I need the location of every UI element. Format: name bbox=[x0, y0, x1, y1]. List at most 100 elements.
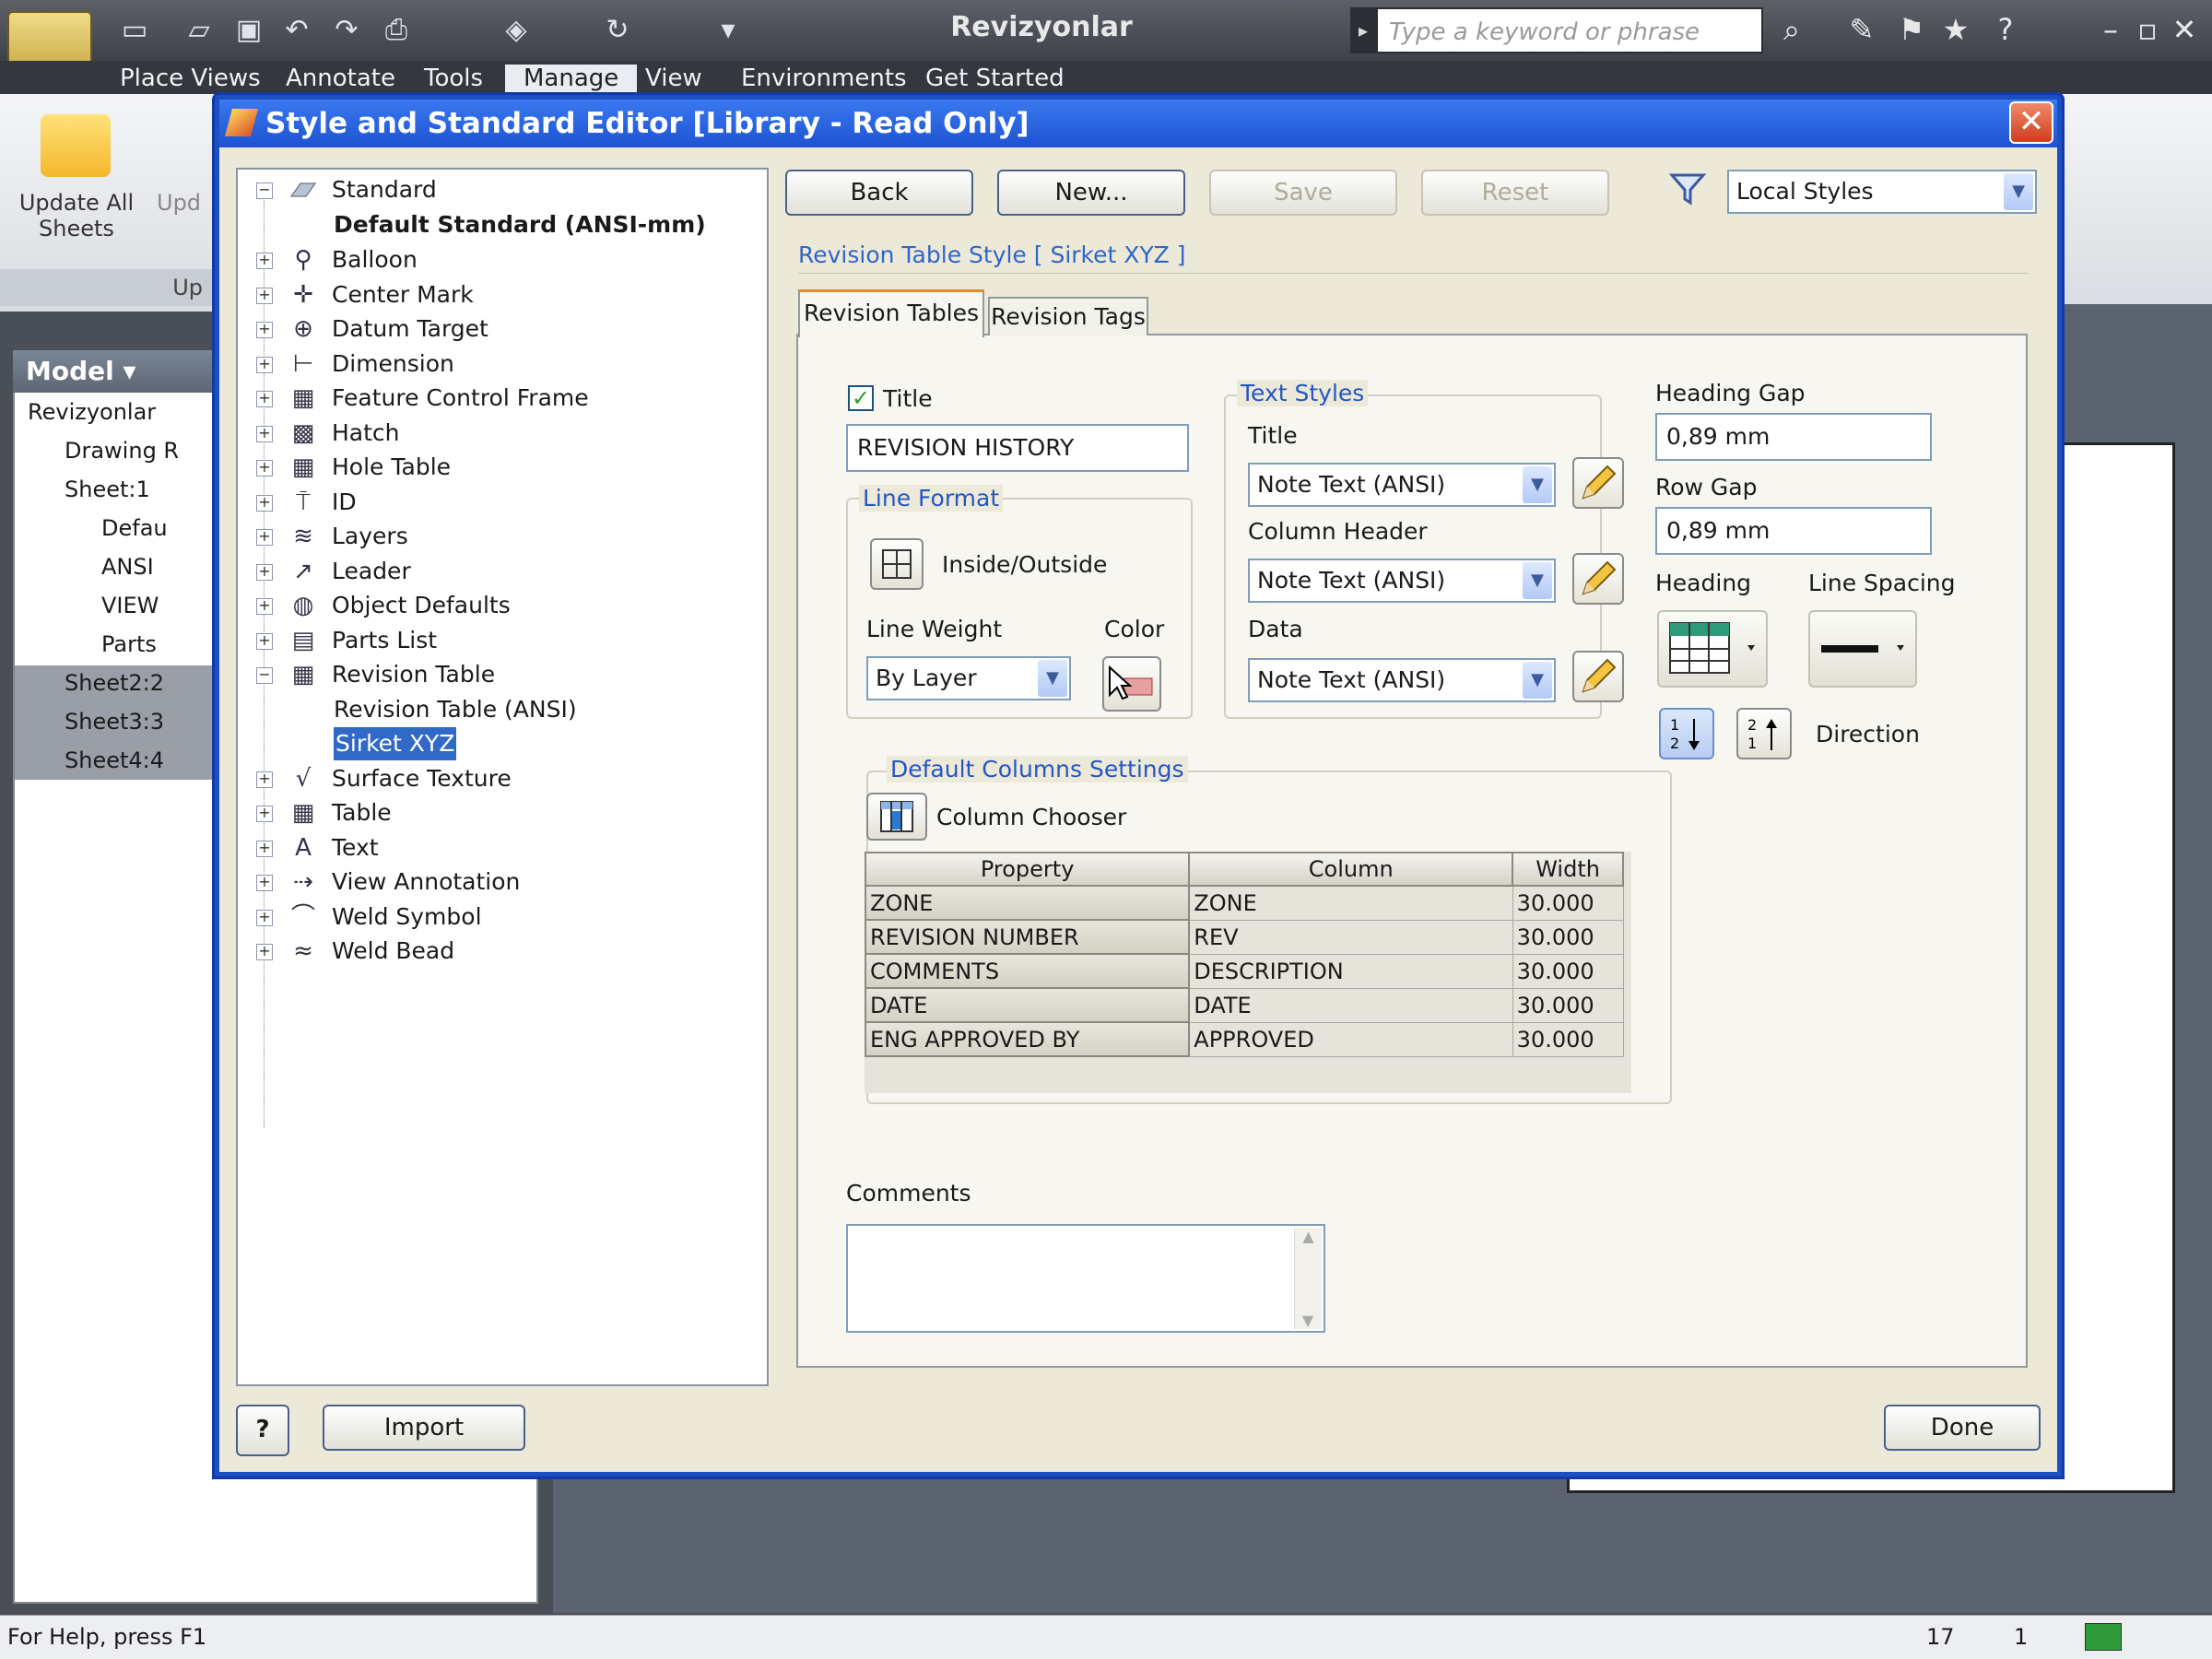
update-all-sheets-button[interactable]: Update All Sheets bbox=[17, 190, 136, 241]
line-spacing-select[interactable] bbox=[1808, 610, 1917, 688]
tab-place-views[interactable]: Place Views bbox=[120, 65, 261, 92]
table-row[interactable]: COMMENTS DESCRIPTION 30.000 bbox=[864, 953, 1624, 989]
browser-item-view[interactable]: VIEW bbox=[101, 590, 159, 621]
edit-title-style-button[interactable] bbox=[1572, 457, 1624, 509]
tools-icon[interactable]: ✎ bbox=[1843, 11, 1880, 48]
expand-icon[interactable]: + bbox=[256, 494, 273, 512]
back-button[interactable]: Back bbox=[785, 170, 973, 216]
column-cell[interactable]: REV bbox=[1188, 919, 1513, 955]
expand-icon[interactable]: + bbox=[256, 391, 273, 407]
browser-item-ansi[interactable]: ANSI bbox=[101, 551, 154, 582]
expand-icon[interactable]: + bbox=[256, 425, 273, 442]
browser-item-sheet3[interactable]: Sheet3:3 bbox=[65, 706, 164, 737]
tab-environments[interactable]: Environments bbox=[741, 65, 907, 92]
column-header-column[interactable]: Column bbox=[1188, 852, 1514, 887]
expand-icon[interactable]: + bbox=[256, 806, 273, 822]
edit-data-style-button[interactable] bbox=[1572, 651, 1624, 702]
tab-revision-tags[interactable]: Revision Tags bbox=[988, 297, 1148, 335]
tab-manage[interactable]: Manage bbox=[505, 65, 638, 92]
tab-annotate[interactable]: Annotate bbox=[286, 65, 395, 92]
width-cell[interactable]: 30.000 bbox=[1512, 919, 1624, 955]
browser-item-sheet2[interactable]: Sheet2:2 bbox=[65, 667, 164, 699]
expand-icon[interactable]: + bbox=[256, 529, 273, 546]
column-cell[interactable]: APPROVED bbox=[1188, 1021, 1513, 1057]
expand-icon[interactable]: + bbox=[256, 322, 273, 338]
column-cell[interactable]: DATE bbox=[1188, 987, 1513, 1023]
color-button[interactable] bbox=[1102, 656, 1161, 712]
scroll-down-icon[interactable]: ▼ bbox=[1295, 1312, 1321, 1329]
edit-column-header-style-button[interactable] bbox=[1572, 553, 1624, 605]
table-row[interactable]: REVISION NUMBER REV 30.000 bbox=[864, 919, 1624, 955]
width-cell[interactable]: 30.000 bbox=[1512, 953, 1624, 989]
dialog-close-button[interactable]: ✕ bbox=[2009, 101, 2053, 144]
column-chooser-button[interactable] bbox=[866, 793, 927, 841]
tab-tools[interactable]: Tools bbox=[424, 65, 483, 92]
browser-item-parts[interactable]: Parts bbox=[101, 629, 157, 660]
save-button[interactable]: Save bbox=[1209, 170, 1397, 216]
data-style-select[interactable]: Note Text (ANSI) ▼ bbox=[1248, 658, 1556, 702]
reset-button[interactable]: Reset bbox=[1421, 170, 1609, 216]
expand-icon[interactable]: + bbox=[256, 598, 273, 615]
open-icon[interactable]: ▱ bbox=[181, 13, 218, 48]
minimize-icon[interactable]: – bbox=[2092, 11, 2129, 48]
column-header-style-select[interactable]: Note Text (ANSI) ▼ bbox=[1248, 559, 1556, 603]
print-icon[interactable]: ⎙ bbox=[378, 13, 415, 48]
expand-icon[interactable]: + bbox=[256, 944, 273, 960]
browser-item-sheet4[interactable]: Sheet4:4 bbox=[65, 745, 164, 776]
column-header-width[interactable]: Width bbox=[1512, 852, 1624, 887]
title-checkbox[interactable]: ✓ bbox=[848, 385, 874, 411]
heading-gap-input[interactable]: 0,89 mm bbox=[1655, 413, 1932, 461]
expand-icon[interactable]: + bbox=[256, 287, 273, 304]
table-row[interactable]: ENG APPROVED BY APPROVED 30.000 bbox=[864, 1021, 1624, 1057]
comments-scrollbar[interactable]: ▲ ▼ bbox=[1294, 1228, 1322, 1329]
restore-icon[interactable]: ▫ bbox=[2129, 11, 2166, 48]
import-button[interactable]: Import bbox=[323, 1405, 525, 1451]
help-icon[interactable]: ? bbox=[1987, 11, 2024, 48]
title-text-style-select[interactable]: Note Text (ANSI) ▼ bbox=[1248, 463, 1556, 507]
expand-icon[interactable]: + bbox=[256, 771, 273, 788]
expand-icon[interactable]: + bbox=[256, 253, 273, 269]
collapse-icon[interactable]: − bbox=[256, 667, 273, 684]
help-button[interactable]: ? bbox=[236, 1405, 289, 1456]
undo-icon[interactable]: ↶ bbox=[278, 13, 315, 48]
line-weight-select[interactable]: By Layer ▼ bbox=[866, 656, 1071, 700]
table-row[interactable]: ZONE ZONE 30.000 bbox=[864, 885, 1624, 921]
browser-item-document[interactable]: Revizyonlar bbox=[28, 396, 156, 428]
expand-icon[interactable]: + bbox=[256, 460, 273, 477]
comments-textarea[interactable]: ▲ ▼ bbox=[846, 1224, 1325, 1333]
expand-icon[interactable]: + bbox=[256, 909, 273, 926]
done-button[interactable]: Done bbox=[1884, 1405, 2041, 1451]
direction-up-button[interactable]: 21 bbox=[1736, 708, 1792, 759]
width-cell[interactable]: 30.000 bbox=[1512, 987, 1624, 1023]
expand-icon[interactable]: + bbox=[256, 356, 273, 373]
subscription-icon[interactable]: ⚑ bbox=[1893, 11, 1930, 48]
heading-position-select[interactable] bbox=[1657, 610, 1768, 688]
column-cell[interactable]: ZONE bbox=[1188, 885, 1513, 921]
tab-get-started[interactable]: Get Started bbox=[925, 65, 1065, 92]
column-header-property[interactable]: Property bbox=[864, 852, 1191, 887]
title-input[interactable]: REVISION HISTORY bbox=[846, 424, 1189, 472]
direction-down-button[interactable]: 12 bbox=[1659, 708, 1714, 759]
scroll-up-icon[interactable]: ▲ bbox=[1295, 1228, 1322, 1245]
search-expand-icon[interactable]: ▸ bbox=[1350, 7, 1376, 53]
inside-outside-button[interactable] bbox=[870, 538, 924, 590]
new-button[interactable]: New... bbox=[997, 170, 1185, 216]
close-icon[interactable]: ✕ bbox=[2166, 11, 2203, 48]
width-cell[interactable]: 30.000 bbox=[1512, 1021, 1624, 1057]
browser-item-default-border[interactable]: Defau bbox=[101, 512, 168, 544]
project-icon[interactable]: ◈ bbox=[498, 13, 535, 48]
style-filter-select[interactable]: Local Styles ▼ bbox=[1727, 170, 2037, 214]
column-cell[interactable]: DESCRIPTION bbox=[1188, 953, 1513, 989]
table-row[interactable]: DATE DATE 30.000 bbox=[864, 987, 1624, 1023]
new-icon[interactable]: ▭ bbox=[116, 13, 153, 48]
qat-dropdown-icon[interactable]: ▾ bbox=[710, 13, 747, 48]
search-input[interactable]: Type a keyword or phrase bbox=[1376, 7, 1763, 53]
redo-icon[interactable]: ↷ bbox=[328, 13, 365, 48]
save-icon[interactable]: ▣ bbox=[230, 13, 267, 48]
expand-icon[interactable]: + bbox=[256, 632, 273, 650]
browser-item-sheet1[interactable]: Sheet:1 bbox=[65, 474, 150, 505]
expand-icon[interactable]: + bbox=[256, 875, 273, 891]
browser-item-drawing-resources[interactable]: Drawing R bbox=[65, 435, 179, 466]
binoculars-icon[interactable]: ⌕ bbox=[1773, 11, 1810, 48]
expand-icon[interactable]: + bbox=[256, 563, 273, 581]
